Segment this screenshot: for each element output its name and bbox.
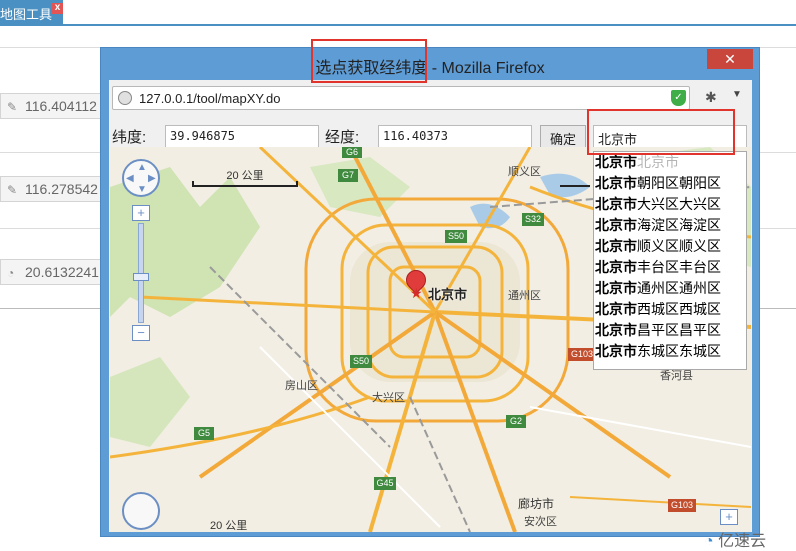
pan-down-icon[interactable]: ▼: [137, 184, 147, 195]
pin-icon: ✎: [7, 100, 18, 114]
place-label: 安次区: [524, 516, 557, 528]
pan-control-secondary[interactable]: [122, 492, 160, 530]
suggestion-match: 北京市: [595, 196, 637, 212]
firefox-window: 选点获取经纬度 - Mozilla Firefox ✕ 127.0.0.1/to…: [100, 47, 760, 537]
suggestion-rest: 北京市: [637, 154, 679, 170]
longitude-field-1[interactable]: ✎ 116.404112: [0, 93, 110, 119]
suggestion-item[interactable]: 北京市丰台区丰台区: [595, 257, 721, 277]
highway-shield: G6: [342, 147, 362, 158]
scale-bar-right: [560, 181, 590, 187]
suggestion-match: 北京市: [595, 259, 637, 275]
suggestion-match: 北京市: [595, 301, 637, 317]
bug-icon[interactable]: ✱: [705, 89, 717, 106]
highway-shield: S32: [522, 213, 544, 226]
railway: [409, 396, 471, 532]
marker-label: 北京市: [428, 287, 468, 302]
capital-star-icon: ★: [410, 285, 423, 301]
pan-up-icon[interactable]: ▲: [137, 162, 147, 173]
suggestion-item[interactable]: 北京市东城区东城区: [595, 341, 721, 361]
scale-label-bottom: 20 公里: [210, 520, 248, 532]
window-title-app: - Mozilla Firefox: [427, 60, 545, 77]
place-label: 顺义区: [508, 166, 541, 178]
minor-road: [569, 496, 751, 508]
green-area: [110, 357, 190, 447]
suggestion-rest: 丰台区丰台区: [637, 259, 721, 275]
pan-right-icon[interactable]: ▶: [148, 173, 156, 184]
suggestion-match: 北京市: [595, 280, 637, 296]
highway-shield: S50: [445, 230, 467, 243]
highway-shield: G103: [668, 499, 696, 512]
globe-icon: [118, 91, 132, 105]
highway-shield: G2: [506, 415, 526, 428]
highway-shield: G45: [374, 477, 396, 490]
pin-icon: ✎: [7, 183, 18, 197]
confirm-button[interactable]: 确定: [540, 125, 586, 148]
pan-left-icon[interactable]: ◀: [126, 173, 134, 184]
suggestion-item[interactable]: 北京市通州区通州区: [595, 278, 721, 298]
highway-shield: G7: [338, 169, 358, 182]
suggestion-match: 北京市: [595, 154, 637, 170]
highway-shield: G103: [568, 348, 596, 361]
suggestion-rest: 海淀区海淀区: [637, 217, 721, 233]
zoom-in-button[interactable]: +: [132, 205, 150, 221]
suggestion-item[interactable]: 北京市海淀区海淀区: [595, 215, 721, 235]
title-highlight-box: [311, 39, 427, 83]
pan-control[interactable]: ▲ ▼ ◀ ▶: [122, 159, 160, 197]
suggestion-match: 北京市: [595, 217, 637, 233]
suggestion-item[interactable]: 北京市北京市: [595, 152, 679, 172]
suggestion-item[interactable]: 北京市西城区西城区: [595, 299, 721, 319]
url-bar[interactable]: 127.0.0.1/tool/mapXY.do ✓: [112, 86, 690, 110]
suggestion-list: 北京市北京市 北京市朝阳区朝阳区 北京市大兴区大兴区 北京市海淀区海淀区 北京市顺义区顺…: [593, 151, 747, 370]
suggestion-rest: 顺义区顺义区: [637, 238, 721, 254]
suggestion-rest: 东城区东城区: [637, 343, 721, 359]
minor-road: [529, 406, 751, 448]
zoom-in-button-secondary[interactable]: +: [720, 509, 738, 525]
scale-bar-top: [192, 181, 298, 187]
suggestion-rest: 大兴区大兴区: [637, 196, 721, 212]
longitude-field-2[interactable]: ✎ 116.278542: [0, 176, 110, 202]
chevron-down-icon[interactable]: ▼: [732, 89, 742, 100]
suggestion-item[interactable]: 北京市朝阳区朝阳区: [595, 173, 721, 193]
tab-map-tool-label: 地图工具: [0, 7, 53, 22]
place-label: 大兴区: [372, 392, 405, 404]
suggestion-match: 北京市: [595, 343, 637, 359]
window-close-button[interactable]: ✕: [707, 49, 753, 69]
suggestion-rest: 朝阳区朝阳区: [637, 175, 721, 191]
place-label: 房山区: [285, 380, 318, 392]
dashboard-icon: ◔: [7, 266, 15, 280]
latitude-label: 纬度:: [112, 129, 147, 146]
search-highlight-box: [587, 109, 735, 155]
longitude-label: 经度:: [325, 129, 360, 146]
place-label: 通州区: [508, 290, 541, 302]
suggestion-item[interactable]: 北京市大兴区大兴区: [595, 194, 721, 214]
zoom-slider-handle[interactable]: [133, 273, 149, 281]
latitude-input[interactable]: 39.946875: [165, 125, 319, 148]
suggestion-item[interactable]: 北京市昌平区昌平区: [595, 320, 721, 340]
shield-check-icon[interactable]: ✓: [671, 90, 686, 106]
tab-close-icon[interactable]: x: [52, 3, 63, 14]
highway-shield: G5: [194, 427, 214, 440]
suggestion-rest: 通州区通州区: [637, 280, 721, 296]
zoom-out-button[interactable]: −: [132, 325, 150, 341]
suggestion-rest: 昌平区昌平区: [637, 322, 721, 338]
suggestion-rest: 西城区西城区: [637, 301, 721, 317]
background-tab-bar: [0, 0, 796, 26]
value-field-3[interactable]: ◔ 20.6132241: [0, 259, 110, 285]
window-client-area: 127.0.0.1/tool/mapXY.do ✓ ✱ ▼ 纬度: 39.946…: [109, 80, 752, 532]
place-label: 廊坊市: [518, 497, 555, 511]
suggestion-item[interactable]: 北京市顺义区顺义区: [595, 236, 721, 256]
watermark-logo: ◔ 亿速云: [704, 533, 767, 550]
suggestion-match: 北京市: [595, 238, 637, 254]
suggestion-match: 北京市: [595, 322, 637, 338]
suggestion-match: 北京市: [595, 175, 637, 191]
highway-shield: S50: [350, 355, 372, 368]
url-text: 127.0.0.1/tool/mapXY.do: [139, 91, 281, 106]
longitude-input[interactable]: 116.40373: [378, 125, 532, 148]
window-title: 选点获取经纬度 - Mozilla Firefox: [101, 48, 759, 78]
